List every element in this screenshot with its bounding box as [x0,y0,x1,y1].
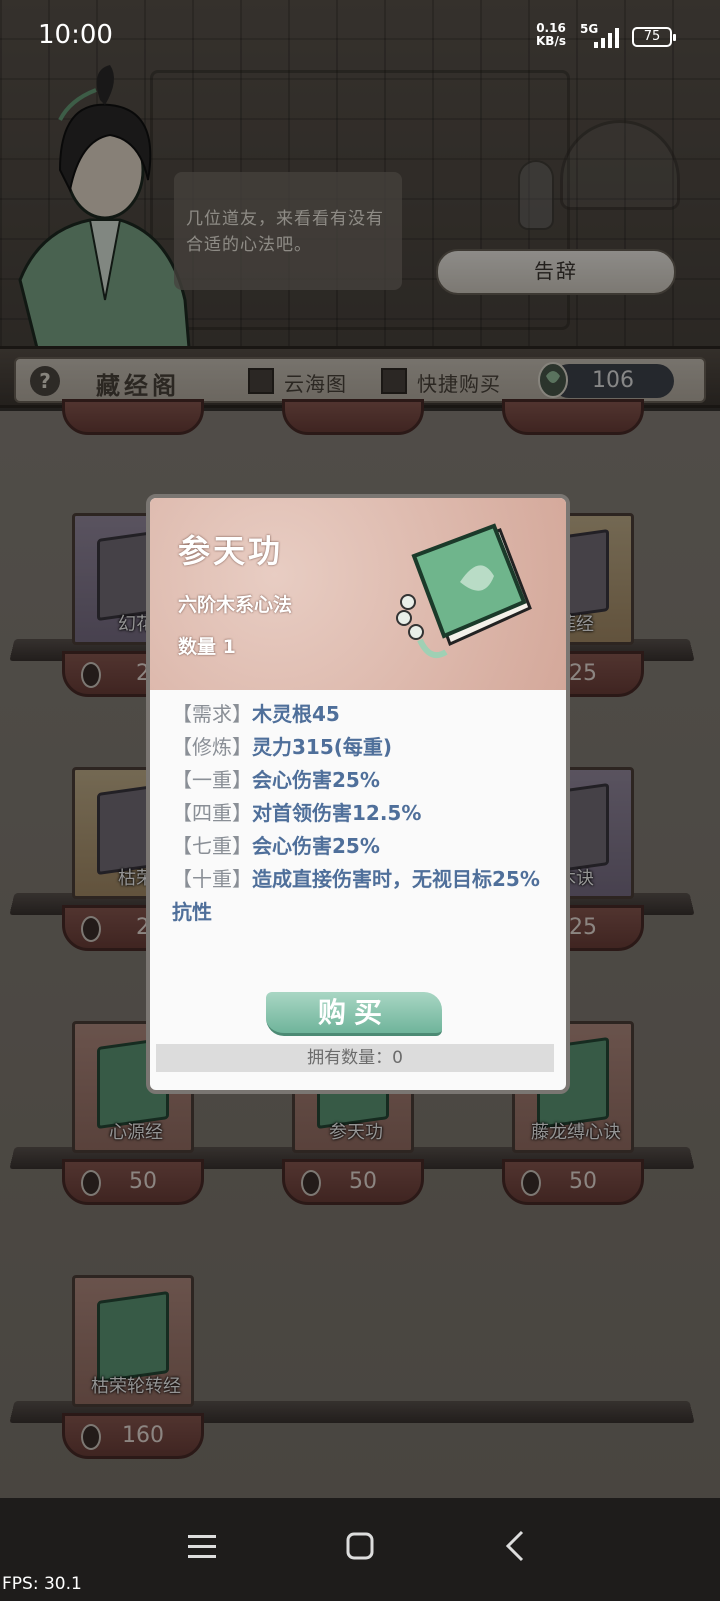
fps-counter: FPS: 30.1 [2,1574,82,1594]
modal-quantity: 数量 1 [178,636,236,658]
effect-text: 灵力315(每重) [252,735,393,759]
home-icon[interactable] [340,1526,380,1566]
effect-line: 【十重】造成直接伤害时，无视目标25%抗性 [172,863,552,929]
effect-text: 对首领伤害12.5% [252,801,422,825]
battery-indicator: 75 [632,27,676,47]
item-detail-modal: 参天功 六阶木系心法 数量 1 【需求】木灵根45 【修炼】灵力315(每重) … [146,494,570,1094]
effect-line: 【七重】会心伤害25% [172,830,552,863]
back-icon[interactable] [496,1526,536,1566]
buy-button[interactable]: 购买 [266,992,442,1036]
effect-line: 【修炼】灵力315(每重) [172,731,552,764]
effect-tag: 【七重】 [172,834,252,858]
owned-count: 拥有数量：0 [156,1044,554,1072]
effect-tag: 【一重】 [172,768,252,792]
effect-text: 木灵根45 [252,702,340,726]
net-speed-unit: KB/s [536,34,566,48]
clock: 10:00 [38,20,113,50]
status-bar: 10:00 0.16 KB/s 5G 75 [0,0,720,72]
effect-tag: 【四重】 [172,801,252,825]
effect-tag: 【十重】 [172,867,252,891]
effect-line: 【需求】木灵根45 [172,698,552,731]
effect-tag: 【需求】 [172,702,252,726]
effect-text: 会心伤害25% [252,768,380,792]
modal-header: 参天功 六阶木系心法 数量 1 [150,498,566,690]
modal-title: 参天功 [178,532,284,570]
signal-icon [594,28,619,48]
effect-line: 【一重】会心伤害25% [172,764,552,797]
menu-icon[interactable] [182,1526,222,1566]
effect-text: 会心伤害25% [252,834,380,858]
effect-tag: 【修炼】 [172,735,252,759]
effect-line: 【四重】对首领伤害12.5% [172,797,552,830]
book-icon [396,523,532,658]
net-speed: 0.16 KB/s [536,22,566,48]
effect-list: 【需求】木灵根45 【修炼】灵力315(每重) 【一重】会心伤害25% 【四重】… [172,698,552,929]
modal-subtitle: 六阶木系心法 [178,594,293,616]
